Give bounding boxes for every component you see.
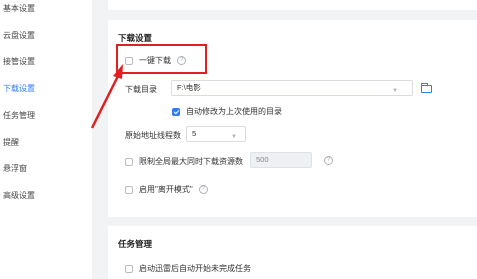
annotation-arrow — [90, 64, 123, 129]
